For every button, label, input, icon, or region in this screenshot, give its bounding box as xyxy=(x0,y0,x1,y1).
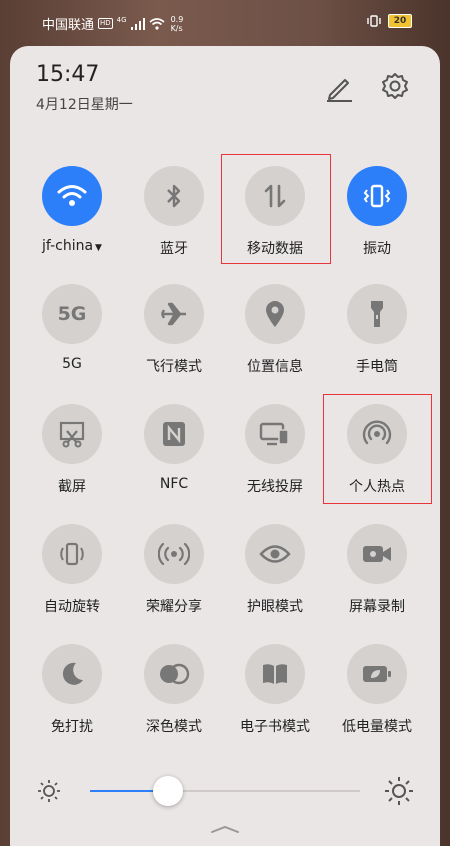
tile-eye-comfort[interactable]: 护眼模式 xyxy=(223,524,327,634)
tile-honor-share[interactable]: 荣耀分享 xyxy=(122,524,226,634)
tile-bluetooth[interactable]: 蓝牙 xyxy=(122,166,226,276)
vibrate-icon xyxy=(347,166,407,226)
settings-button[interactable] xyxy=(378,70,412,104)
5g-icon: 5G xyxy=(42,284,102,344)
highlight-box-mobile-data xyxy=(221,154,331,264)
ebook-icon xyxy=(245,644,305,704)
wifi-icon xyxy=(42,166,102,226)
rotate-icon xyxy=(42,524,102,584)
dark-mode-icon xyxy=(144,644,204,704)
tile-label: 手电筒 xyxy=(356,359,398,375)
brightness-high-icon xyxy=(385,777,413,805)
brightness-track[interactable] xyxy=(90,776,360,806)
tile-label: 电子书模式 xyxy=(240,719,310,735)
airplane-icon xyxy=(144,284,204,344)
gear-icon xyxy=(382,73,408,99)
clock-time: 15:47 xyxy=(36,62,100,87)
edit-button[interactable] xyxy=(322,70,356,104)
tile-label: 屏幕录制 xyxy=(349,599,405,615)
tile-wifi[interactable]: jf-china ▼ xyxy=(20,166,124,276)
signal-icon xyxy=(130,17,145,30)
tile-dark-mode[interactable]: 深色模式 xyxy=(122,644,226,754)
tile-label: 自动旋转 xyxy=(44,599,100,615)
tile-nfc[interactable]: NFC xyxy=(122,404,226,514)
carrier-label: 中国联通 xyxy=(42,18,95,33)
tile-location[interactable]: 位置信息 xyxy=(223,284,327,394)
tile-label: 5G xyxy=(62,356,82,372)
wifi-status-icon xyxy=(149,17,165,30)
tile-screen-record[interactable]: 屏幕录制 xyxy=(325,524,429,634)
tile-label: 荣耀分享 xyxy=(146,599,202,615)
tile-label: 位置信息 xyxy=(247,359,303,375)
tile-auto-rotate[interactable]: 自动旋转 xyxy=(20,524,124,634)
tile-label: 无线投屏 xyxy=(247,479,303,495)
eye-icon xyxy=(245,524,305,584)
speed-unit: K/s xyxy=(170,23,183,33)
tile-label: 深色模式 xyxy=(146,719,202,735)
caret-down-icon[interactable]: ▼ xyxy=(95,243,102,253)
battery-saver-icon xyxy=(347,644,407,704)
tile-5g[interactable]: 5G 5G xyxy=(20,284,124,394)
tile-flashlight[interactable]: 手电筒 xyxy=(325,284,429,394)
vibrate-status-icon xyxy=(367,15,381,27)
screenshot-icon xyxy=(42,404,102,464)
tile-label: 振动 xyxy=(363,241,391,257)
tile-screenshot[interactable]: 截屏 xyxy=(20,404,124,514)
brightness-knob[interactable] xyxy=(153,776,184,806)
tile-vibrate[interactable]: 振动 xyxy=(325,166,429,276)
brightness-low-icon xyxy=(38,780,60,802)
hd-badge: HD xyxy=(98,18,113,29)
share-icon xyxy=(144,524,204,584)
bluetooth-icon xyxy=(144,166,204,226)
clock-date: 4月12日星期一 xyxy=(36,97,133,113)
cast-icon xyxy=(245,404,305,464)
flashlight-icon xyxy=(347,284,407,344)
moon-icon xyxy=(42,644,102,704)
wifi-network-name: jf-china xyxy=(42,238,94,254)
tile-label: jf-china ▼ xyxy=(20,238,124,254)
nfc-icon xyxy=(144,404,204,464)
speed-value: 0.9 xyxy=(170,14,184,24)
network-speed: 0.9 K/s xyxy=(171,15,184,33)
screen-record-icon xyxy=(347,524,407,584)
tile-label: 截屏 xyxy=(58,479,86,495)
quick-settings-panel: 15:47 4月12日星期一 jf-china ▼ 蓝牙 移动数据 振动 5G … xyxy=(10,46,440,846)
tile-airplane[interactable]: 飞行模式 xyxy=(122,284,226,394)
tile-label: 飞行模式 xyxy=(146,359,202,375)
highlight-box-hotspot xyxy=(323,394,432,504)
tile-label: 低电量模式 xyxy=(342,719,412,735)
tile-cast[interactable]: 无线投屏 xyxy=(223,404,327,514)
location-icon xyxy=(245,284,305,344)
tile-label: 免打扰 xyxy=(51,719,93,735)
battery-indicator: 20 xyxy=(388,14,412,28)
tile-label: 蓝牙 xyxy=(160,241,188,257)
tile-ebook-mode[interactable]: 电子书模式 xyxy=(223,644,327,754)
pencil-icon xyxy=(327,79,352,102)
collapse-handle-icon[interactable] xyxy=(210,824,240,834)
network-type: 4G xyxy=(116,15,127,24)
5g-icon-text: 5G xyxy=(57,303,87,325)
tile-do-not-disturb[interactable]: 免打扰 xyxy=(20,644,124,754)
tile-battery-saver[interactable]: 低电量模式 xyxy=(325,644,429,754)
tile-label: NFC xyxy=(159,476,189,492)
tile-label: 护眼模式 xyxy=(247,599,303,615)
status-bar: 中国联通 HD 4G 0.9 K/s 20 xyxy=(0,0,450,44)
brightness-slider[interactable] xyxy=(10,760,440,820)
